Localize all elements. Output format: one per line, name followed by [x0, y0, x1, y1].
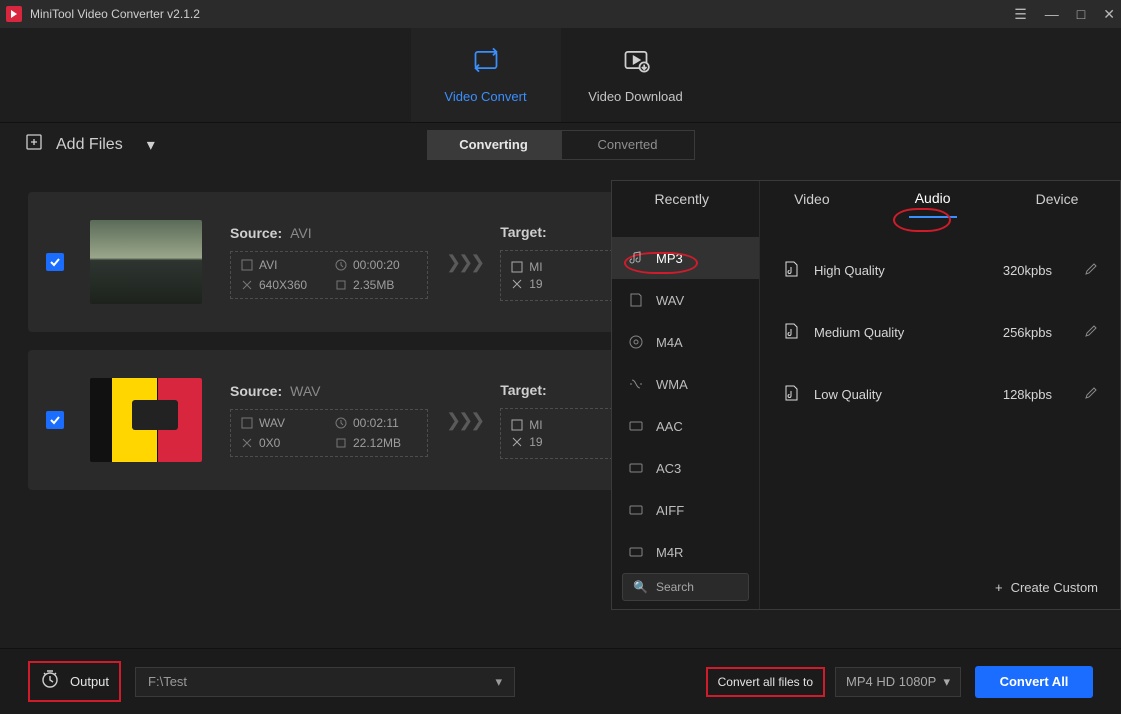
menu-icon[interactable]: ☰	[1014, 6, 1027, 23]
file-list: Source:AVI AVI 00:00:20 640X360 2.35MB ❯…	[0, 166, 1121, 628]
annotation-box-output: Output	[28, 661, 121, 702]
output-label: Output	[70, 674, 109, 689]
target-info-box: MI 19	[500, 408, 618, 459]
tab-video-download-label: Video Download	[588, 89, 682, 104]
chevron-down-icon: ▾	[147, 135, 155, 155]
plus-icon: +	[995, 580, 1003, 595]
edit-icon[interactable]	[1084, 324, 1098, 341]
thumbnail	[90, 378, 202, 462]
format-ac3[interactable]: AC3	[612, 447, 759, 489]
source-label-row: Source:WAV	[230, 383, 428, 399]
quality-medium[interactable]: Medium Quality 256kpbs	[782, 301, 1098, 363]
sub-toolbar: Add Files ▾ Converting Converted	[0, 123, 1121, 166]
quality-high[interactable]: High Quality 320kpbs	[782, 239, 1098, 301]
search-icon: 🔍	[633, 580, 648, 594]
source-label-row: Source:AVI	[230, 225, 428, 241]
tab-video-convert-label: Video Convert	[444, 89, 526, 104]
annotation-box-convert-label: Convert all files to	[706, 667, 825, 697]
format-picker-popup: Recently Video Audio Device MP3 WAV M4A …	[611, 180, 1121, 610]
output-format-dropdown[interactable]: MP4 HD 1080P ▾	[835, 667, 961, 697]
create-custom-button[interactable]: + Create Custom	[995, 580, 1098, 595]
format-aac[interactable]: AAC	[612, 405, 759, 447]
thumbnail	[90, 220, 202, 304]
add-files-icon	[24, 132, 44, 157]
output-path-dropdown[interactable]: F:\Test ▾	[135, 667, 515, 697]
minimize-icon[interactable]: —	[1045, 6, 1059, 23]
close-icon[interactable]: ✕	[1103, 6, 1115, 23]
timer-icon[interactable]	[40, 669, 60, 694]
checkbox[interactable]	[46, 253, 64, 271]
checkbox[interactable]	[46, 411, 64, 429]
status-tabs: Converting Converted	[427, 130, 695, 160]
tab-video-download[interactable]: Video Download	[561, 28, 711, 122]
format-mp3[interactable]: MP3	[612, 237, 759, 279]
edit-icon[interactable]	[1084, 262, 1098, 279]
format-wav[interactable]: WAV	[612, 279, 759, 321]
tab-converting[interactable]: Converting	[427, 130, 561, 160]
audio-file-icon	[782, 384, 800, 405]
app-title: MiniTool Video Converter v2.1.2	[30, 7, 200, 21]
format-m4a[interactable]: M4A	[612, 321, 759, 363]
convert-all-files-label: Convert all files to	[718, 675, 813, 689]
tab-converted[interactable]: Converted	[561, 130, 695, 160]
chevron-down-icon: ▾	[496, 674, 503, 690]
titlebar: MiniTool Video Converter v2.1.2 ☰ — □ ✕	[0, 0, 1121, 28]
download-icon	[622, 46, 650, 79]
footer-bar: Output F:\Test ▾ Convert all files to MP…	[0, 648, 1121, 714]
arrow-icon: ❯❯❯	[446, 410, 482, 431]
add-files-label: Add Files	[56, 136, 123, 154]
maximize-icon[interactable]: □	[1077, 6, 1085, 23]
source-info-box: AVI 00:00:20 640X360 2.35MB	[230, 251, 428, 299]
popup-tab-recently[interactable]: Recently	[649, 181, 715, 217]
arrow-icon: ❯❯❯	[446, 252, 482, 273]
top-nav: Video Convert Video Download	[0, 28, 1121, 123]
format-search-input[interactable]: 🔍 Search	[622, 573, 749, 601]
quality-low[interactable]: Low Quality 128kpbs	[782, 363, 1098, 425]
source-info-box: WAV 00:02:11 0X0 22.12MB	[230, 409, 428, 457]
format-aiff[interactable]: AIFF	[612, 489, 759, 531]
target-label: Target:	[500, 382, 618, 398]
add-files-button[interactable]: Add Files ▾	[24, 132, 155, 157]
format-list: MP3 WAV M4A WMA AAC AC3 AIFF M4R	[612, 237, 759, 567]
target-label: Target:	[500, 224, 618, 240]
format-wma[interactable]: WMA	[612, 363, 759, 405]
tab-video-convert[interactable]: Video Convert	[411, 28, 561, 122]
convert-all-button[interactable]: Convert All	[975, 666, 1093, 698]
edit-icon[interactable]	[1084, 386, 1098, 403]
audio-file-icon	[782, 260, 800, 281]
audio-file-icon	[782, 322, 800, 343]
convert-icon	[472, 46, 500, 79]
target-info-box: MI 19	[500, 250, 618, 301]
chevron-down-icon: ▾	[943, 674, 950, 690]
app-logo-icon	[6, 6, 22, 22]
format-m4r[interactable]: M4R	[612, 531, 759, 567]
